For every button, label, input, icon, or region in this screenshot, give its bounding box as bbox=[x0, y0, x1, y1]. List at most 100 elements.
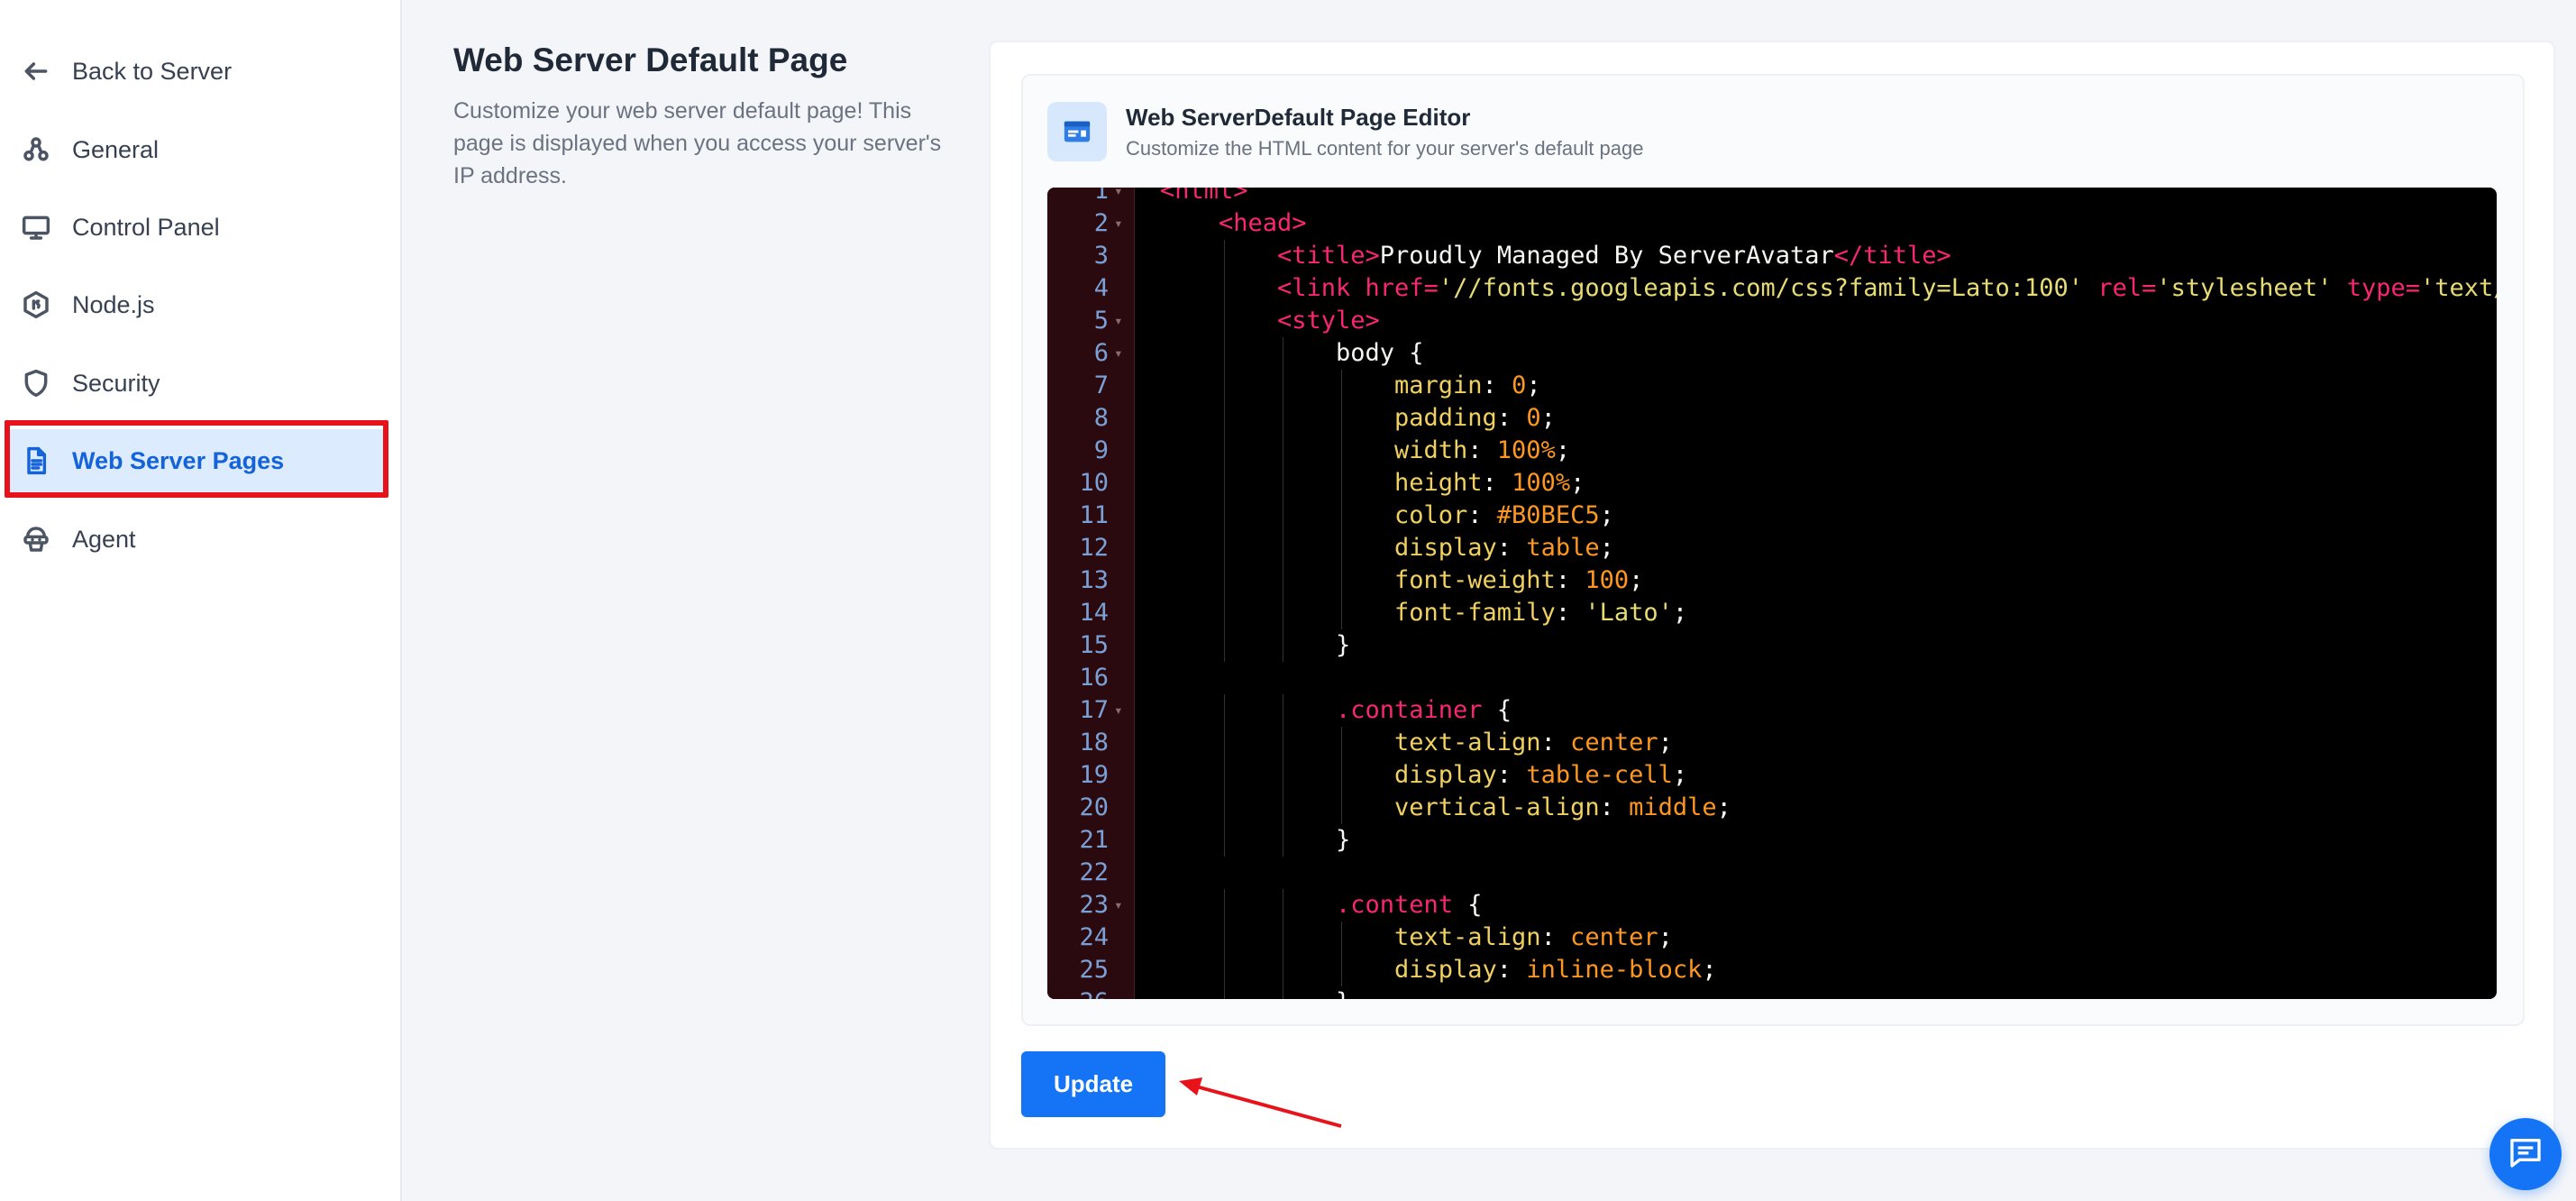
fold-arrow-icon[interactable]: ▾ bbox=[1114, 188, 1123, 207]
code-text: display: inline-block; bbox=[1394, 956, 1717, 984]
code-text: text-align: center; bbox=[1394, 923, 1673, 951]
code-text: .container { bbox=[1336, 696, 1512, 724]
code-text: width: 100%; bbox=[1394, 436, 1571, 464]
nodejs-hexagon-icon bbox=[20, 289, 52, 321]
indent-guide bbox=[1224, 694, 1225, 727]
indent-guide bbox=[1224, 402, 1225, 435]
indent-guide bbox=[1341, 467, 1342, 500]
code-text: <link href='//fonts.googleapis.com/css?f… bbox=[1277, 274, 2497, 302]
indent-guide bbox=[1341, 370, 1342, 402]
sidebar-item-nodejs[interactable]: Node.js bbox=[0, 273, 402, 336]
agent-icon bbox=[20, 523, 52, 555]
line-number: 19 bbox=[1079, 761, 1109, 789]
indent-guide bbox=[1224, 759, 1225, 792]
code-line: 2 ▾ <head> bbox=[1047, 207, 2497, 240]
code-text: } bbox=[1336, 826, 1351, 854]
code-text: margin: 0; bbox=[1394, 371, 1541, 399]
code-line: 12 display: table; bbox=[1047, 532, 2497, 564]
sidebar: Back to Server General Control Panel Nod… bbox=[0, 0, 402, 1201]
document-icon bbox=[20, 445, 52, 477]
indent-guide bbox=[1224, 370, 1225, 402]
update-button[interactable]: Update bbox=[1021, 1051, 1165, 1117]
code-line: 24 text-align: center; bbox=[1047, 921, 2497, 954]
line-number: 8 bbox=[1093, 404, 1109, 432]
sidebar-item-security[interactable]: Security bbox=[0, 352, 402, 415]
sidebar-item-control-panel[interactable]: Control Panel bbox=[0, 196, 402, 259]
sidebar-item-label: Web Server Pages bbox=[72, 446, 285, 474]
code-line: 9 width: 100%; bbox=[1047, 435, 2497, 467]
line-number: 11 bbox=[1079, 501, 1109, 529]
indent-guide bbox=[1224, 532, 1225, 564]
arrow-annotation bbox=[1179, 1077, 1342, 1128]
indent-guide bbox=[1224, 597, 1225, 629]
line-number: 6 bbox=[1093, 339, 1109, 367]
indent-guide bbox=[1341, 597, 1342, 629]
fold-arrow-icon[interactable]: ▾ bbox=[1114, 337, 1123, 370]
indent-guide bbox=[1224, 272, 1225, 305]
indent-guide bbox=[1224, 727, 1225, 759]
fold-arrow-icon[interactable]: ▾ bbox=[1114, 305, 1123, 337]
line-number: 23 bbox=[1079, 891, 1109, 919]
line-number: 3 bbox=[1093, 242, 1109, 270]
chat-button[interactable] bbox=[2489, 1118, 2562, 1190]
indent-guide bbox=[1224, 986, 1225, 999]
line-number: 2 bbox=[1093, 209, 1109, 237]
sidebar-item-label: Control Panel bbox=[72, 213, 220, 241]
line-number: 14 bbox=[1079, 599, 1109, 627]
line-number: 20 bbox=[1079, 793, 1109, 821]
sidebar-item-general[interactable]: General bbox=[0, 118, 402, 181]
browser-window-icon bbox=[1047, 102, 1107, 161]
sidebar-item-label: Node.js bbox=[72, 290, 155, 318]
code-line: 5 ▾ <style> bbox=[1047, 305, 2497, 337]
line-number: 21 bbox=[1079, 826, 1109, 854]
line-number: 25 bbox=[1079, 956, 1109, 984]
code-line: 26} bbox=[1047, 986, 2497, 999]
code-line: 1 ▾ <html> bbox=[1047, 188, 2497, 207]
code-text: } bbox=[1336, 986, 1350, 999]
code-text: text-align: center; bbox=[1394, 729, 1673, 756]
indent-guide bbox=[1341, 954, 1342, 986]
code-line: 10 height: 100%; bbox=[1047, 467, 2497, 500]
indent-guide bbox=[1224, 824, 1225, 857]
code-text: <title>Proudly Managed By ServerAvatar</… bbox=[1277, 242, 1951, 270]
line-number: 17 bbox=[1079, 696, 1109, 724]
indent-guide bbox=[1341, 435, 1342, 467]
code-text: height: 100%; bbox=[1394, 469, 1585, 497]
fold-arrow-icon[interactable]: ▾ bbox=[1114, 889, 1123, 921]
code-line: 11 color: #B0BEC5; bbox=[1047, 500, 2497, 532]
code-text: padding: 0; bbox=[1394, 404, 1556, 432]
code-line: 18 text-align: center; bbox=[1047, 727, 2497, 759]
line-number: 7 bbox=[1093, 371, 1109, 399]
sidebar-item-back-to-server[interactable]: Back to Server bbox=[0, 40, 402, 103]
indent-guide bbox=[1224, 240, 1225, 272]
chat-bubble-icon bbox=[2507, 1134, 2544, 1175]
fold-arrow-icon[interactable]: ▾ bbox=[1114, 694, 1123, 727]
line-number: 24 bbox=[1079, 923, 1109, 951]
indent-guide bbox=[1224, 629, 1225, 662]
code-line: 23 ▾ .content { bbox=[1047, 889, 2497, 921]
line-number: 22 bbox=[1079, 858, 1109, 886]
line-number: 9 bbox=[1093, 436, 1109, 464]
indent-guide bbox=[1341, 564, 1342, 597]
code-text: font-weight: 100; bbox=[1394, 566, 1644, 594]
sidebar-item-web-server-pages[interactable]: Web Server Pages bbox=[9, 429, 386, 492]
code-lines[interactable]: 1 ▾ <html> 2 ▾ <head> 3 <title>Proudly Managed … bbox=[1047, 188, 2497, 999]
code-editor[interactable]: 1 ▾ <html> 2 ▾ <head> 3 <title>Proudly Managed … bbox=[1047, 188, 2497, 999]
code-line: 4 <link href='//fonts.googleapis.com/css?… bbox=[1047, 272, 2497, 305]
code-line: 20 vertical-align: middle; bbox=[1047, 792, 2497, 824]
indent-guide bbox=[1224, 337, 1225, 370]
page-description: Customize your web server default page! … bbox=[453, 98, 942, 188]
line-number: 18 bbox=[1079, 729, 1109, 756]
fold-arrow-icon[interactable]: ▾ bbox=[1114, 207, 1123, 240]
indent-guide bbox=[1224, 921, 1225, 954]
line-number: 26 bbox=[1047, 986, 1109, 999]
code-line: 14 font-family: 'Lato'; bbox=[1047, 597, 2497, 629]
code-line: 19 display: table-cell; bbox=[1047, 759, 2497, 792]
code-line: 17 ▾ .container { bbox=[1047, 694, 2497, 727]
code-text: display: table; bbox=[1394, 534, 1614, 562]
code-text: body { bbox=[1336, 339, 1424, 367]
indent-guide bbox=[1341, 500, 1342, 532]
line-number: 15 bbox=[1079, 631, 1109, 659]
sidebar-item-agent[interactable]: Agent bbox=[0, 508, 402, 571]
sidebar-item-label: Agent bbox=[72, 525, 136, 553]
